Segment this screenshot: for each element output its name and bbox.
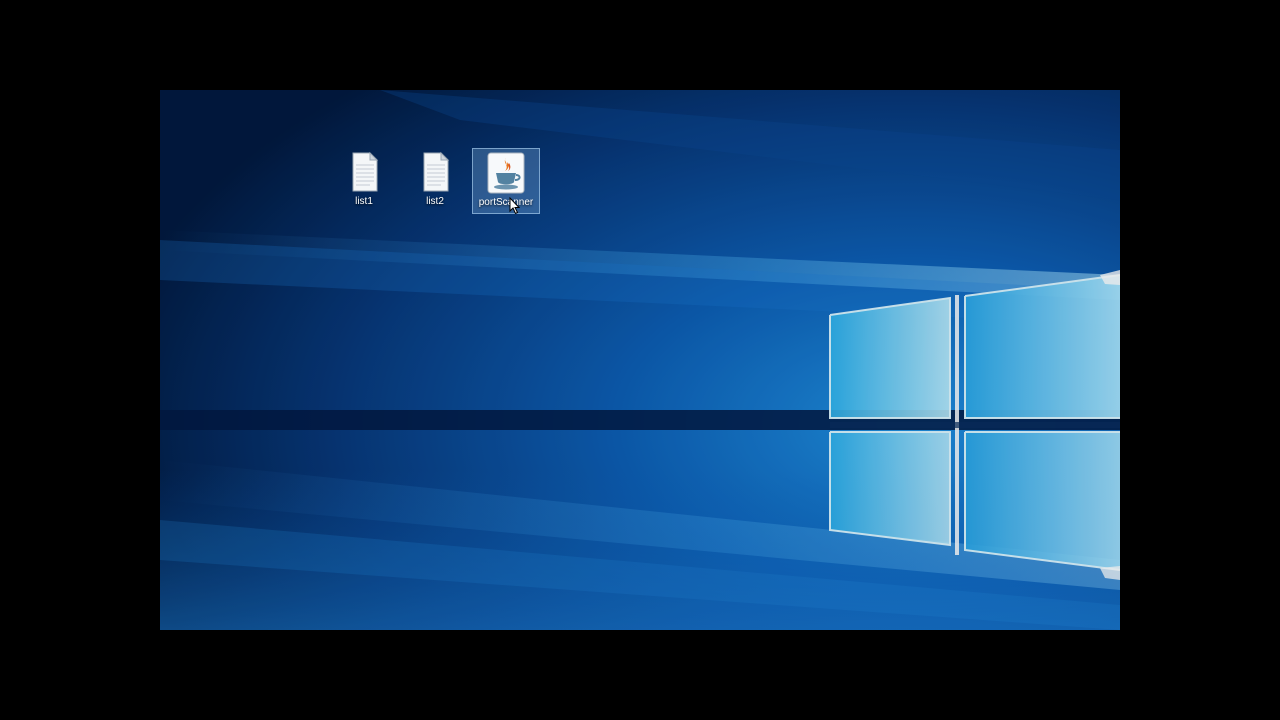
desktop-icon-list2[interactable]: list2: [401, 148, 469, 214]
desktop-icon-list1[interactable]: list1: [330, 148, 398, 214]
desktop-icon-label: list2: [426, 196, 444, 207]
desktop-icon-label: portScanner: [478, 197, 534, 208]
mouse-pointer-icon: [509, 197, 521, 215]
desktop-icon-label: list1: [355, 196, 373, 207]
desktop-icon-portscanner[interactable]: portScanner: [472, 148, 540, 214]
java-jar-icon: [484, 151, 528, 195]
text-file-icon: [413, 150, 457, 194]
text-file-icon: [342, 150, 386, 194]
desktop-wallpaper: [160, 90, 1120, 630]
desktop-screen: list1 list2 portScanner: [160, 90, 1120, 630]
